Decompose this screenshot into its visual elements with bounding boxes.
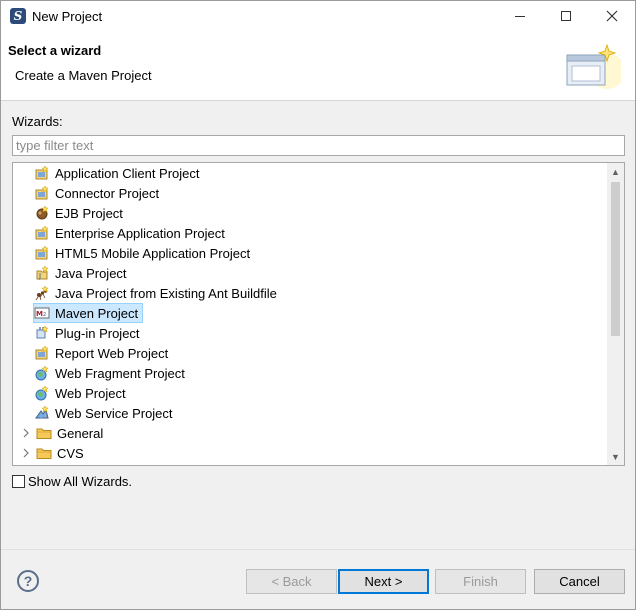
svg-text:J: J	[38, 272, 41, 280]
svg-text:2: 2	[43, 312, 46, 318]
wizard-item[interactable]: Plug-in Project	[34, 323, 144, 343]
new-project-dialog: S New Project Select a wizard Create a M…	[0, 0, 636, 610]
ant-icon	[34, 285, 50, 301]
project-icon	[34, 245, 50, 261]
checkbox-box[interactable]	[12, 475, 25, 488]
wizard-item-label: Java Project from Existing Ant Buildfile	[55, 285, 277, 301]
next-button[interactable]: Next >	[338, 569, 429, 594]
show-all-wizards-label: Show All Wizards.	[28, 474, 133, 489]
wizard-item-label: Java Project	[55, 265, 127, 281]
footer-separator	[1, 549, 635, 550]
wizard-item[interactable]: M 2 Maven Project	[33, 303, 144, 323]
plugin-icon	[34, 325, 50, 341]
show-all-wizards-checkbox[interactable]: Show All Wizards.	[12, 474, 132, 489]
wizard-item[interactable]: Application Client Project	[34, 163, 204, 183]
header-title: Select a wizard	[8, 43, 102, 58]
tree-row: Plug-in Project	[13, 323, 607, 343]
header-description: Create a Maven Project	[15, 68, 152, 83]
tree-row: EJB Project	[13, 203, 607, 223]
project-icon	[34, 165, 50, 181]
tree-row: Enterprise Application Project	[13, 223, 607, 243]
folder-icon	[36, 445, 52, 461]
wizard-item[interactable]: Report Web Project	[34, 343, 172, 363]
wizard-item-label: Connector Project	[55, 185, 160, 201]
tree-category-row[interactable]: CVS	[13, 443, 607, 463]
minimize-button[interactable]	[497, 1, 543, 31]
maximize-icon	[561, 11, 571, 21]
project-icon	[34, 345, 50, 361]
wizard-item-label: Web Project	[55, 385, 126, 401]
filter-input[interactable]	[12, 135, 625, 156]
wizard-item-label: Plug-in Project	[55, 325, 140, 341]
project-icon	[34, 225, 50, 241]
category-label: CVS	[57, 445, 84, 461]
tree-row: HTML5 Mobile Application Project	[13, 243, 607, 263]
chevron-right-icon[interactable]	[20, 448, 32, 458]
scroll-up-arrow-icon[interactable]: ▲	[607, 163, 624, 180]
java-project-icon: J	[34, 265, 50, 281]
wizard-item[interactable]: Web Project	[34, 383, 130, 403]
tree-row: Web Service Project	[13, 403, 607, 423]
wizard-item[interactable]: Java Project from Existing Ant Buildfile	[34, 283, 281, 303]
tree-row: Application Client Project	[13, 163, 607, 183]
new-wizard-banner-icon	[566, 43, 621, 89]
back-button[interactable]: < Back	[246, 569, 337, 594]
wizard-item-label: Enterprise Application Project	[55, 225, 225, 241]
close-icon	[606, 10, 618, 22]
category-label: General	[57, 425, 104, 441]
wizard-tree[interactable]: Application Client Project Connector Proj…	[12, 162, 625, 466]
wizard-item-label: Maven Project	[55, 305, 139, 321]
wizard-item[interactable]: Web Service Project	[34, 403, 177, 423]
wizard-item-label: Report Web Project	[55, 345, 169, 361]
vertical-scrollbar[interactable]: ▲ ▼	[607, 163, 624, 465]
finish-button[interactable]: Finish	[435, 569, 526, 594]
tree-row: Java Project from Existing Ant Buildfile	[13, 283, 607, 303]
wizard-item[interactable]: HTML5 Mobile Application Project	[34, 243, 254, 263]
project-icon	[34, 185, 50, 201]
help-icon[interactable]: ?	[17, 570, 39, 592]
window-title: New Project	[32, 8, 103, 24]
wizard-item-label: Web Fragment Project	[55, 365, 185, 381]
tree-row: Web Project	[13, 383, 607, 403]
wizard-header: Select a wizard Create a Maven Project	[1, 31, 635, 101]
wizard-item[interactable]: EJB Project	[34, 203, 127, 223]
wizard-item-label: Application Client Project	[55, 165, 200, 181]
ejb-icon	[34, 205, 50, 221]
tree-row: M 2 Maven Project	[13, 303, 607, 323]
wizard-item-label: Web Service Project	[55, 405, 173, 421]
wizards-label: Wizards:	[12, 114, 63, 129]
svg-text:M: M	[36, 310, 43, 318]
tree-row: Web Fragment Project	[13, 363, 607, 383]
chevron-right-icon[interactable]	[20, 428, 32, 438]
globe-project-icon	[34, 365, 50, 381]
wizard-item[interactable]: J Java Project	[34, 263, 131, 283]
minimize-icon	[515, 15, 525, 17]
wizard-item-label: HTML5 Mobile Application Project	[55, 245, 251, 261]
wizard-item-label: EJB Project	[55, 205, 123, 221]
wizard-item[interactable]: Web Fragment Project	[34, 363, 189, 383]
tree-category-row[interactable]: General	[13, 423, 607, 443]
title-bar: S New Project	[1, 1, 635, 31]
cancel-button[interactable]: Cancel	[534, 569, 625, 594]
tree-row: Connector Project	[13, 183, 607, 203]
scroll-down-arrow-icon[interactable]: ▼	[607, 448, 624, 465]
close-button[interactable]	[589, 1, 635, 31]
tree-row: Report Web Project	[13, 343, 607, 363]
wizard-item[interactable]: Connector Project	[34, 183, 163, 203]
wizard-item[interactable]: Enterprise Application Project	[34, 223, 229, 243]
maximize-button[interactable]	[543, 1, 589, 31]
scrollbar-thumb[interactable]	[611, 182, 620, 336]
folder-icon	[36, 425, 52, 441]
tree-row: J Java Project	[13, 263, 607, 283]
maven-icon: M2	[34, 305, 50, 321]
eclipse-app-icon: S	[10, 8, 26, 24]
globe-project-icon	[34, 385, 50, 401]
webservice-icon	[34, 405, 50, 421]
